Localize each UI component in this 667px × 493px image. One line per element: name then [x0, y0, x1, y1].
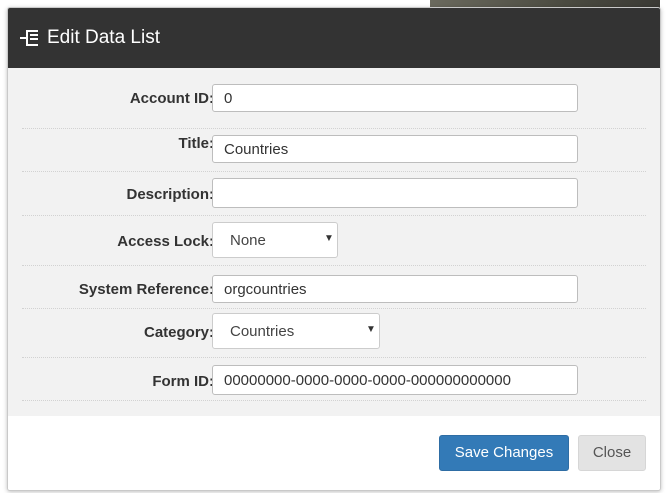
close-button[interactable]: Close: [578, 435, 646, 471]
system-reference-label: System Reference:: [78, 281, 214, 298]
category-row: Category: Countries ▼: [22, 309, 646, 358]
account-id-input[interactable]: [212, 84, 578, 112]
system-reference-row: System Reference:: [22, 266, 646, 309]
form-id-row: Form ID:: [22, 358, 646, 401]
description-row: Description:: [22, 172, 646, 216]
list-tree-icon: [20, 30, 38, 46]
chevron-down-icon: ▼: [366, 324, 376, 335]
dialog-footer: Save Changes Close: [8, 416, 660, 490]
category-selected-value: Countries: [230, 323, 295, 340]
dialog-title: Edit Data List: [47, 27, 160, 48]
account-id-label: Account ID:: [129, 90, 214, 107]
title-label: Title:: [178, 135, 214, 152]
account-id-row: Account ID:: [22, 84, 646, 129]
title-input[interactable]: [212, 135, 578, 163]
title-row: Title:: [22, 128, 646, 172]
dialog-body: Account ID: Title: Description: Access L…: [8, 68, 660, 416]
edit-data-list-dialog: Edit Data List Account ID: Title: Descri…: [7, 7, 661, 491]
access-lock-selected-value: None: [230, 232, 266, 249]
access-lock-label: Access Lock:: [117, 233, 214, 250]
access-lock-row: Access Lock: None ▼: [22, 216, 646, 266]
dialog-header: Edit Data List: [8, 8, 660, 68]
category-label: Category:: [143, 324, 214, 341]
save-changes-button[interactable]: Save Changes: [439, 435, 569, 471]
description-input[interactable]: [212, 178, 578, 208]
form-id-label: Form ID:: [152, 373, 214, 390]
category-select[interactable]: Countries ▼: [212, 313, 380, 349]
system-reference-input[interactable]: [212, 275, 578, 303]
chevron-down-icon: ▼: [324, 233, 334, 244]
form-id-input[interactable]: [212, 365, 578, 395]
access-lock-select[interactable]: None ▼: [212, 222, 338, 258]
description-label: Description:: [126, 186, 214, 203]
